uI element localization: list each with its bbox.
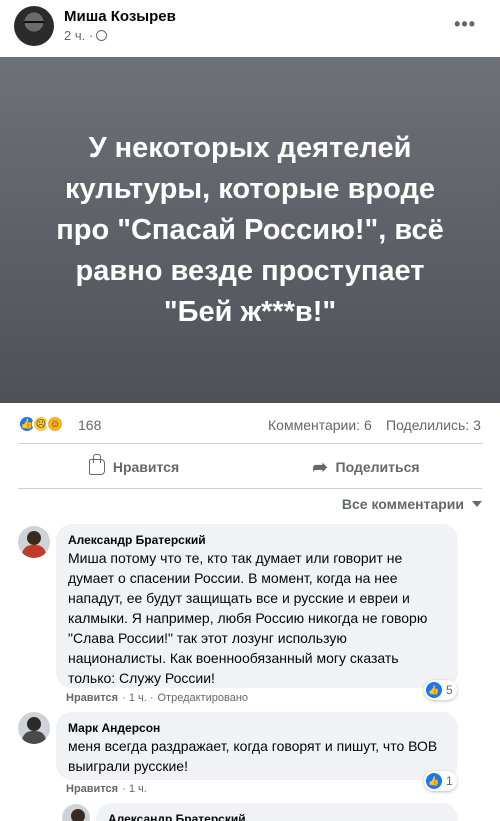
haha-reaction-icon: ☺ <box>46 415 64 433</box>
divider <box>18 443 482 444</box>
post-header: Миша Козырев 2 ч. · ••• <box>0 0 500 56</box>
like-button[interactable]: Нравится <box>18 448 250 486</box>
thumbs-up-icon <box>88 454 105 475</box>
comments-count[interactable]: Комментарии: 6 <box>268 417 372 433</box>
share-button[interactable]: ➦ Поделиться <box>250 448 482 486</box>
globe-icon <box>96 30 108 41</box>
like-button-label: Нравится <box>112 459 180 475</box>
post-author-name[interactable]: Миша Козырев <box>64 8 176 25</box>
commenter-avatar[interactable] <box>18 712 50 744</box>
share-button-label: Поделиться <box>335 459 420 475</box>
comment-bubble: Марк Андерсон меня всегда раздражает, ко… <box>56 712 458 780</box>
commenter-name[interactable]: Александр Братерский <box>68 532 446 548</box>
comment-reactions[interactable]: 👍 1 <box>424 771 457 791</box>
like-reaction-icon: 👍 <box>426 682 442 698</box>
post-stats: 👍 ☹ ☺ 168 Комментарии: 6 Поделились: 3 <box>0 411 500 439</box>
divider <box>18 488 482 489</box>
comment-footer: Нравится · 1 ч. · Отредактировано <box>66 692 248 704</box>
post-actions: Нравится ➦ Поделиться <box>18 448 482 486</box>
comment-footer: Нравится · 1 ч. <box>66 783 147 795</box>
comment-like-link[interactable]: Нравится <box>66 692 118 704</box>
author-avatar[interactable] <box>14 6 54 46</box>
commenter-avatar[interactable] <box>18 526 50 558</box>
comment-bubble: Александр Братерский <box>96 803 458 821</box>
comment-edited: Отредактировано <box>157 692 249 704</box>
comment-bubble: Александр Братерский Миша потому что те,… <box>56 524 458 688</box>
comment-like-link[interactable]: Нравится <box>66 783 118 795</box>
post-banner-text: У некоторых деятелей культуры, которые в… <box>56 131 444 328</box>
comments-sort-label: Все комментарии <box>341 496 464 512</box>
chevron-down-icon <box>472 501 482 507</box>
comment-reactions[interactable]: 👍 5 <box>424 680 457 700</box>
commenter-name[interactable]: Марк Андерсон <box>68 720 446 736</box>
post-meta: 2 ч. · <box>64 28 108 43</box>
comment-time[interactable]: · 1 ч. · <box>122 692 153 704</box>
comments-sort-dropdown[interactable]: Все комментарии <box>342 496 482 512</box>
reaction-count[interactable]: 168 <box>78 417 101 433</box>
comment-time[interactable]: · 1 ч. <box>122 783 147 795</box>
comment-text: Миша потому что те, кто так думает или г… <box>68 550 428 686</box>
post-banner: У некоторых деятелей культуры, которые в… <box>0 57 500 403</box>
share-arrow-icon: ➦ <box>312 456 328 477</box>
reaction-icons[interactable]: 👍 ☹ ☺ <box>18 415 64 433</box>
commenter-name[interactable]: Александр Братерский <box>108 811 446 821</box>
shares-count[interactable]: Поделились: 3 <box>386 417 481 433</box>
post-time[interactable]: 2 ч. · <box>64 28 93 43</box>
commenter-avatar[interactable] <box>62 804 90 821</box>
comment-reaction-count: 5 <box>446 683 453 697</box>
comment-text: меня всегда раздражает, когда говорят и … <box>68 738 438 774</box>
like-reaction-icon: 👍 <box>426 773 442 789</box>
comment-reaction-count: 1 <box>446 774 453 788</box>
more-horizontal-icon[interactable]: ••• <box>454 14 476 35</box>
